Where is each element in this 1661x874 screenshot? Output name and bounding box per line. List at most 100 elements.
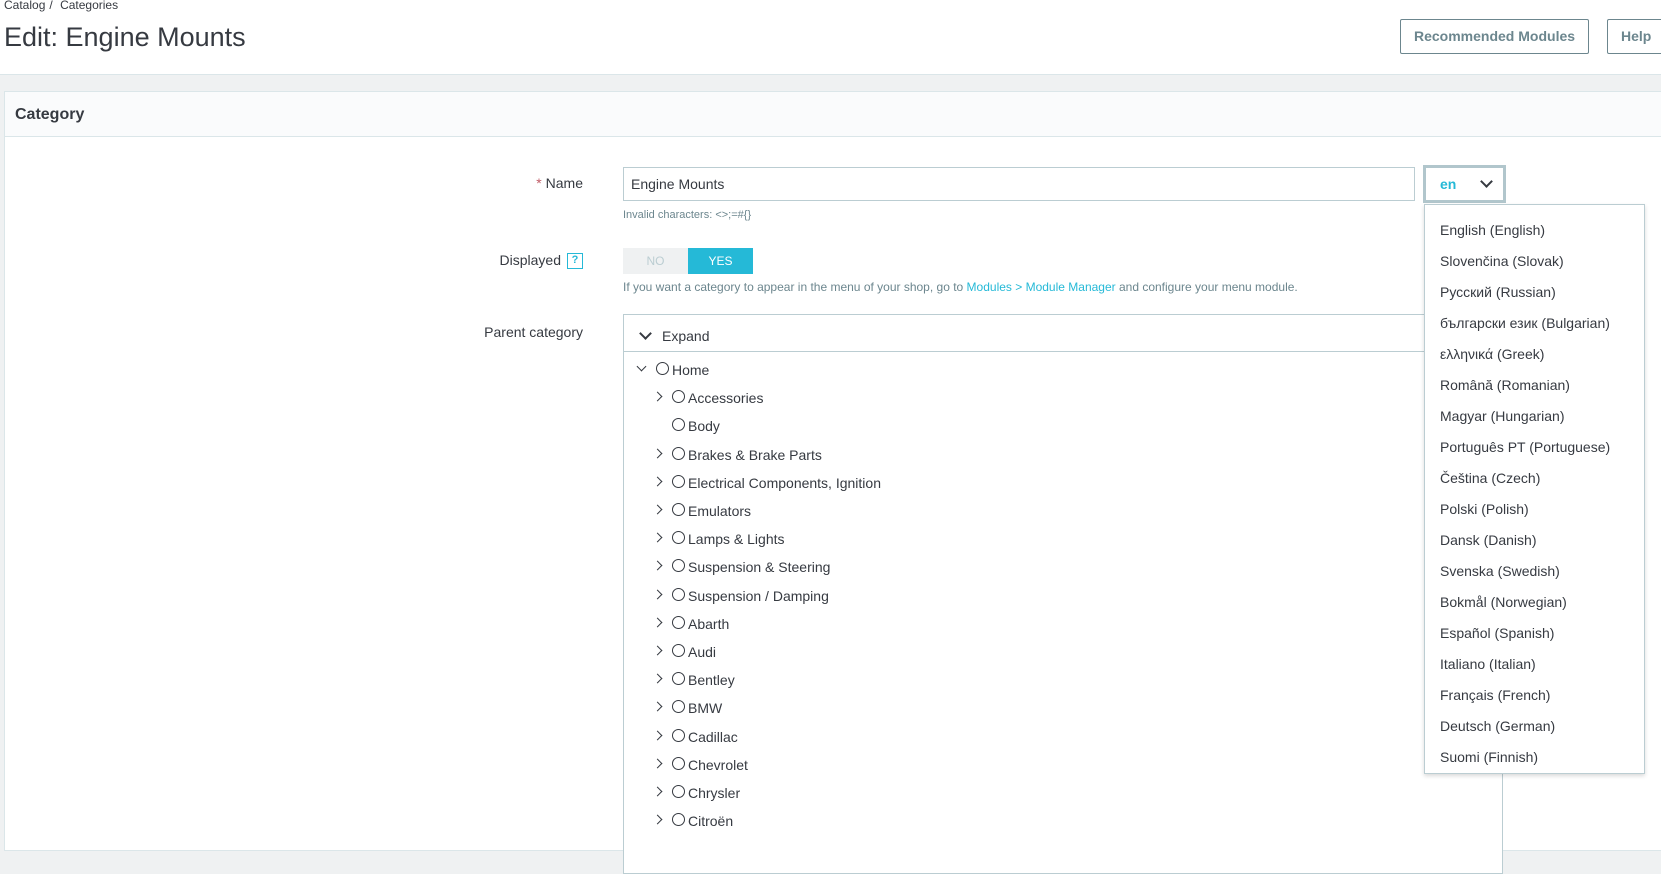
- language-option[interactable]: Magyar (Hungarian): [1425, 401, 1644, 432]
- breadcrumb-catalog[interactable]: Catalog: [4, 0, 45, 12]
- radio-button[interactable]: [672, 531, 685, 545]
- required-mark: *: [536, 175, 542, 191]
- radio-button[interactable]: [672, 728, 685, 742]
- chevron-right-icon[interactable]: [652, 730, 663, 741]
- tree-item-label: Lamps & Lights: [688, 531, 785, 548]
- switch-no-option[interactable]: NO: [623, 248, 688, 274]
- radio-button[interactable]: [656, 362, 669, 375]
- language-option[interactable]: Italiano (Italian): [1425, 649, 1644, 680]
- chevron-right-icon[interactable]: [652, 560, 663, 571]
- radio-button[interactable]: [672, 756, 685, 770]
- chevron-right-icon[interactable]: [652, 786, 663, 797]
- radio-button[interactable]: [672, 785, 685, 798]
- language-option[interactable]: English (English): [1425, 215, 1644, 246]
- page-title: Edit: Engine Mounts: [4, 22, 246, 52]
- radio-button[interactable]: [672, 390, 685, 404]
- chevron-right-icon[interactable]: [652, 448, 663, 459]
- radio-button[interactable]: [672, 615, 685, 629]
- chevron-down-icon[interactable]: [636, 361, 647, 372]
- language-dropdown: English (English) Slovenčina (Slovak) Русс…: [1424, 204, 1645, 774]
- chevron-right-icon[interactable]: [652, 532, 663, 543]
- tree-item-label: Body: [688, 418, 720, 435]
- card-title: Category: [5, 92, 1661, 137]
- tree-item-label: BMW: [688, 700, 723, 717]
- tree-item-label: Accessories: [688, 390, 764, 407]
- language-option[interactable]: Português PT (Portuguese): [1425, 432, 1644, 463]
- tree-item-label: Brakes & Brake Parts: [688, 446, 822, 463]
- help-question-icon[interactable]: ?: [567, 253, 583, 270]
- radio-button[interactable]: [672, 446, 685, 460]
- chevron-right-icon[interactable]: [652, 701, 663, 712]
- radio-button[interactable]: [672, 418, 685, 432]
- tree-item-label: Electrical Components, Ignition: [688, 474, 881, 491]
- chevron-right-icon[interactable]: [652, 758, 663, 769]
- chevron-right-icon[interactable]: [652, 645, 663, 656]
- radio-button[interactable]: [672, 813, 685, 827]
- language-option[interactable]: Русский (Russian): [1425, 277, 1644, 308]
- radio-button[interactable]: [672, 700, 685, 714]
- displayed-switch[interactable]: NO YES: [623, 248, 753, 274]
- radio-button[interactable]: [672, 644, 685, 657]
- tree-item-label: Chevrolet: [688, 756, 748, 773]
- help-button[interactable]: Help: [1607, 19, 1661, 54]
- name-label-text: Name: [545, 175, 583, 191]
- tree-item-label: Bentley: [688, 672, 735, 689]
- language-option[interactable]: Svenska (Swedish): [1425, 556, 1644, 587]
- language-option[interactable]: Polski (Polish): [1425, 494, 1644, 525]
- tree-item-label: Home: [672, 362, 710, 378]
- language-option[interactable]: Română (Romanian): [1425, 370, 1644, 401]
- page-header: Catalog / Categories Edit: Engine Mounts …: [0, 0, 1661, 75]
- radio-button[interactable]: [672, 503, 685, 516]
- language-select-value: en: [1440, 176, 1457, 192]
- language-option[interactable]: Bokmål (Norwegian): [1425, 587, 1644, 618]
- language-option[interactable]: ελληνικά (Greek): [1425, 339, 1644, 370]
- language-select-button[interactable]: en: [1423, 165, 1506, 203]
- radio-button[interactable]: [672, 474, 685, 488]
- displayed-help-prefix: If you want a category to appear in the …: [623, 280, 967, 294]
- radio-button[interactable]: [672, 559, 685, 573]
- tree-item-label: Cadillac: [688, 728, 738, 745]
- chevron-right-icon[interactable]: [652, 814, 663, 825]
- tree-item-label: Audi: [688, 644, 717, 660]
- displayed-label: Displayed?: [500, 252, 583, 270]
- chevron-down-icon: [639, 327, 652, 340]
- module-manager-link[interactable]: Modules > Module Manager: [967, 280, 1116, 294]
- category-tree: Expand Home Accessories Body Brakes & Brake…: [623, 314, 1503, 874]
- name-label: * Name: [536, 175, 583, 191]
- tree-item-label: Emulators: [688, 503, 752, 519]
- chevron-right-icon[interactable]: [652, 673, 663, 684]
- chevron-right-icon[interactable]: [652, 391, 663, 402]
- radio-button[interactable]: [672, 672, 685, 686]
- expand-label: Expand: [662, 328, 710, 344]
- language-option[interactable]: Suomi (Finnish): [1425, 742, 1644, 773]
- radio-button[interactable]: [672, 587, 685, 601]
- tree-item-label: Abarth: [688, 615, 730, 632]
- tree-item-label: Citroën: [688, 813, 734, 830]
- language-option[interactable]: Čeština (Czech): [1425, 463, 1644, 494]
- parent-category-label: Parent category: [484, 324, 583, 340]
- language-option[interactable]: Slovenčina (Slovak): [1425, 246, 1644, 277]
- recommended-modules-button[interactable]: Recommended Modules: [1400, 19, 1590, 54]
- chevron-right-icon[interactable]: [652, 476, 663, 487]
- name-help-text: Invalid characters: <>;=#{}: [623, 209, 752, 221]
- language-option[interactable]: Français (French): [1425, 680, 1644, 711]
- tree-item-label: Suspension / Damping: [688, 587, 829, 604]
- breadcrumb: Catalog / Categories: [4, 0, 122, 12]
- switch-yes-option[interactable]: YES: [688, 248, 753, 274]
- displayed-help-suffix: and configure your menu module.: [1115, 280, 1298, 294]
- breadcrumb-categories[interactable]: Categories: [60, 0, 118, 12]
- chevron-right-icon[interactable]: [652, 617, 663, 628]
- chevron-down-icon: [1480, 175, 1493, 188]
- language-list: English (English) Slovenčina (Slovak) Русс…: [1425, 215, 1644, 773]
- language-option[interactable]: български език (Bulgarian): [1425, 308, 1644, 339]
- chevron-right-icon[interactable]: [652, 589, 663, 600]
- breadcrumb-separator: /: [49, 0, 53, 12]
- expand-toggle[interactable]: Expand: [624, 315, 1502, 352]
- language-option[interactable]: Español (Spanish): [1425, 618, 1644, 649]
- name-input[interactable]: Engine Mounts: [623, 167, 1415, 201]
- tree-item-label: Chrysler: [688, 785, 741, 801]
- language-option[interactable]: Deutsch (German): [1425, 711, 1644, 742]
- tree-item-label: Suspension & Steering: [688, 559, 831, 576]
- language-option[interactable]: Dansk (Danish): [1425, 525, 1644, 556]
- chevron-right-icon[interactable]: [652, 504, 663, 515]
